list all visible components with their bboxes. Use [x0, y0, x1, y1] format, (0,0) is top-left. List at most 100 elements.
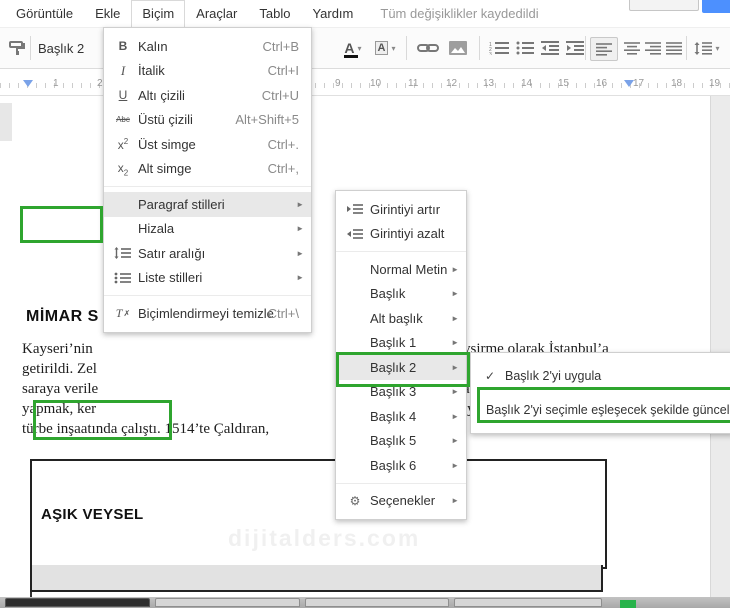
doc-paragraph-line-left[interactable]: saraya verile — [22, 381, 98, 398]
menu-item-heading-4[interactable]: Başlık 4 ► — [336, 404, 466, 429]
increase-indent-icon[interactable] — [563, 37, 587, 59]
menu-item-strikethrough[interactable]: Abc Üstü çizili Alt+Shift+5 — [104, 108, 311, 133]
menu-item-clear-formatting[interactable]: T ✗ Biçimlendirmeyi temizle Ctrl+\ — [104, 301, 311, 326]
ruler-number: 9 — [335, 78, 341, 89]
menu-item-title[interactable]: Başlık ► — [336, 282, 466, 307]
menu-item-indent-decrease[interactable]: Girintiyi azalt — [336, 222, 466, 247]
menubar-item-araclar[interactable]: Araçlar — [185, 1, 248, 26]
menu-item-align[interactable]: Hizala ► — [104, 217, 311, 242]
menu-item-indent-increase[interactable]: Girintiyi artır — [336, 197, 466, 222]
taskbar-tray-icon[interactable] — [620, 600, 636, 608]
menu-item-label: Liste stilleri — [138, 270, 203, 286]
menu-item-shortcut: Alt+Shift+5 — [235, 112, 299, 128]
menu-item-options[interactable]: ⚙ Seçenekler ► — [336, 489, 466, 514]
comments-button[interactable] — [629, 0, 699, 11]
menu-separator — [336, 482, 466, 484]
menu-separator — [104, 186, 311, 187]
menu-item-shortcut: Ctrl+I — [267, 63, 299, 79]
menu-item-label: Altı çizili — [138, 87, 185, 103]
doc-paragraph-line-left[interactable]: Kayseri’nin — [22, 341, 93, 358]
saved-status[interactable]: Tüm değişiklikler kaydedildi — [380, 6, 538, 21]
menu-item-superscript[interactable]: x2 Üst simge Ctrl+. — [104, 132, 311, 157]
menu-item-line-spacing[interactable]: Satır aralığı ► — [104, 241, 311, 266]
submenu-arrow-icon: ► — [451, 313, 459, 323]
menu-item-underline[interactable]: U Altı çizili Ctrl+U — [104, 83, 311, 108]
clear-formatting-icon: T ✗ — [115, 305, 131, 320]
menubar-item-bicim[interactable]: Biçim — [131, 0, 186, 28]
bulleted-list-icon[interactable] — [513, 37, 537, 59]
bold-icon: B — [118, 39, 128, 54]
highlight-color-button[interactable]: A ▾ — [371, 37, 399, 59]
left-indent-marker[interactable] — [23, 80, 33, 87]
menu-item-shortcut: Ctrl+\ — [267, 305, 299, 321]
indent-decrease-icon — [345, 228, 365, 240]
menubar-item-yardim[interactable]: Yardım — [301, 1, 364, 26]
menu-item-label: Başlık 5 — [370, 433, 417, 449]
menu-item-heading-5[interactable]: Başlık 5 ► — [336, 429, 466, 454]
ruler-number: 14 — [521, 78, 533, 89]
ruler-number: 2 — [97, 78, 103, 89]
doc-heading-mimar[interactable]: MİMAR S — [26, 308, 99, 326]
check-icon: ✓ — [484, 369, 496, 383]
menu-item-label: Başlık 1 — [370, 335, 417, 351]
ruler-number: 19 — [709, 78, 721, 89]
insert-image-icon[interactable] — [446, 37, 470, 59]
doc-table-gray-row[interactable] — [30, 565, 603, 592]
menu-item-subscript[interactable]: x2 Alt simge Ctrl+, — [104, 157, 311, 182]
page-corner-block — [0, 103, 12, 141]
ruler-number: 15 — [558, 78, 570, 89]
indent-increase-icon — [345, 203, 365, 215]
share-button[interactable] — [702, 0, 730, 13]
line-spacing-icon — [694, 41, 713, 55]
menu-item-list-styles[interactable]: Liste stilleri ► — [104, 266, 311, 291]
list-styles-icon — [113, 272, 133, 284]
menu-item-label: Başlık — [370, 286, 406, 302]
menu-item-label: Girintiyi artır — [370, 201, 441, 217]
menu-item-label: Hizala — [138, 221, 175, 237]
menu-separator — [336, 251, 466, 252]
ruler-number: 16 — [596, 78, 608, 89]
justify-icon[interactable] — [662, 37, 686, 59]
text-color-button[interactable]: A ▾ — [341, 37, 365, 59]
menu-bar-items: Görüntüle Ekle Biçim Araçlar Tablo Yardım Tüm … — [0, 0, 730, 28]
menu-item-label: Başlık 4 — [370, 408, 417, 424]
menubar-item-ekle[interactable]: Ekle — [84, 1, 131, 26]
taskbar-button-active[interactable] — [5, 598, 150, 607]
taskbar-button[interactable] — [305, 598, 449, 607]
format-painter-icon[interactable] — [6, 37, 28, 59]
italic-icon: I — [120, 62, 126, 78]
annotation-box-mimar — [20, 206, 103, 243]
menu-item-label: Alt başlık — [370, 310, 423, 326]
submenu-arrow-icon: ► — [451, 264, 459, 274]
menubar-item-tablo[interactable]: Tablo — [248, 1, 301, 26]
decrease-indent-icon[interactable] — [538, 37, 562, 59]
line-spacing-icon — [113, 247, 133, 260]
chevron-down-icon: ▾ — [715, 43, 720, 53]
doc-heading-asik[interactable]: AŞIK VEYSEL — [41, 506, 144, 523]
menu-item-heading-6[interactable]: Başlık 6 ► — [336, 453, 466, 478]
menu-item-subtitle[interactable]: Alt başlık ► — [336, 306, 466, 331]
style-selector[interactable]: Başlık 2 — [38, 37, 110, 59]
menu-item-paragraph-styles[interactable]: Paragraf stilleri ► — [104, 192, 311, 217]
taskbar — [0, 597, 730, 608]
align-left-icon[interactable] — [590, 37, 618, 61]
insert-link-icon[interactable] — [415, 37, 441, 59]
menu-item-label: Paragraf stilleri — [138, 196, 225, 212]
ruler-number: 1 — [53, 78, 59, 89]
menu-item-italic[interactable]: I İtalik Ctrl+I — [104, 59, 311, 84]
menu-item-bold[interactable]: B Kalın Ctrl+B — [104, 34, 311, 59]
line-spacing-button[interactable]: ▾ — [692, 37, 722, 59]
doc-paragraph-line-left[interactable]: getirildi. Zel — [22, 361, 97, 378]
right-indent-marker[interactable] — [624, 80, 634, 87]
watermark-text: dijitalders.com — [228, 525, 421, 551]
menubar-item-goruntule[interactable]: Görüntüle — [5, 1, 84, 26]
chevron-down-icon: ▾ — [357, 43, 362, 53]
menu-item-normal-text[interactable]: Normal Metin ► — [336, 257, 466, 282]
superscript-icon: x2 — [117, 136, 129, 152]
taskbar-button[interactable] — [155, 598, 300, 607]
taskbar-button[interactable] — [454, 598, 602, 607]
numbered-list-icon[interactable]: 123 — [486, 37, 512, 59]
menu-item-label: Girintiyi azalt — [370, 226, 445, 242]
gear-icon: ⚙ — [349, 493, 361, 508]
ruler-number: 13 — [483, 78, 495, 89]
